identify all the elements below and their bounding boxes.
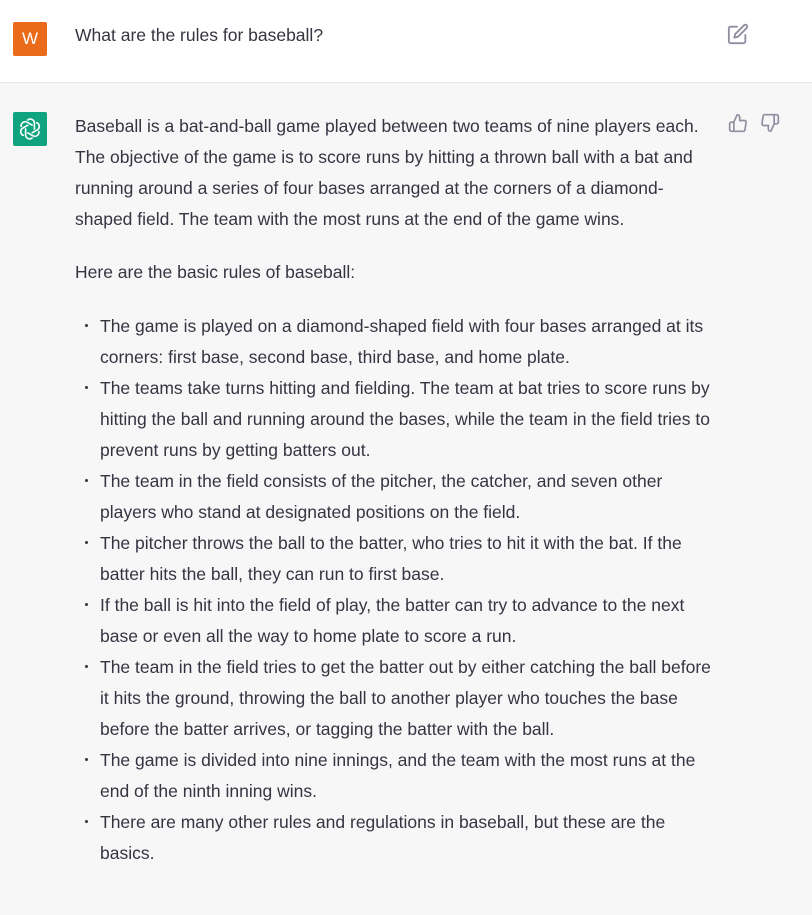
list-item: The teams take turns hitting and fieldin… bbox=[75, 373, 720, 466]
openai-logo-icon bbox=[19, 118, 41, 140]
assistant-avatar bbox=[13, 112, 47, 146]
edit-message-button[interactable] bbox=[727, 23, 749, 45]
user-avatar: W bbox=[13, 22, 47, 56]
list-item: The team in the field consists of the pi… bbox=[75, 466, 720, 528]
intro-paragraph: Baseball is a bat-and-ball game played b… bbox=[75, 116, 699, 229]
list-item: The pitcher throws the ball to the batte… bbox=[75, 528, 720, 590]
thumbs-up-button[interactable] bbox=[728, 113, 748, 135]
user-message-text: What are the rules for baseball? bbox=[75, 25, 324, 45]
chat-page: W What are the rules for baseball? Baseb… bbox=[0, 0, 812, 915]
list-item: The game is divided into nine innings, a… bbox=[75, 745, 720, 807]
thumbs-down-button[interactable] bbox=[760, 113, 780, 135]
assistant-message-content: Baseball is a bat-and-ball game played b… bbox=[75, 111, 720, 869]
rules-list: The game is played on a diamond-shaped f… bbox=[75, 311, 720, 869]
rules-subheading: Here are the basic rules of baseball: bbox=[75, 262, 356, 282]
assistant-message-row: Baseball is a bat-and-ball game played b… bbox=[0, 83, 812, 915]
list-item: The team in the field tries to get the b… bbox=[75, 652, 720, 745]
thumbs-up-icon bbox=[728, 113, 747, 133]
thumbs-down-icon bbox=[761, 113, 780, 133]
list-item: There are many other rules and regulatio… bbox=[75, 807, 720, 869]
list-item: The game is played on a diamond-shaped f… bbox=[75, 311, 720, 373]
user-message-row: W What are the rules for baseball? bbox=[0, 0, 812, 83]
list-item: If the ball is hit into the field of pla… bbox=[75, 590, 720, 652]
edit-icon bbox=[727, 23, 749, 45]
